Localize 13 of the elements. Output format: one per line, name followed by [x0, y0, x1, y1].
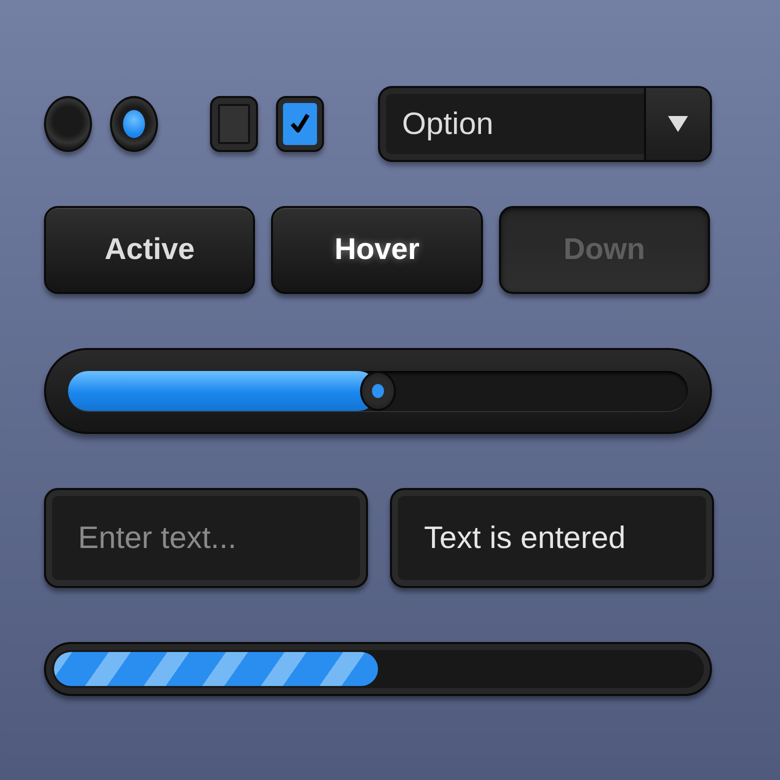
slider-thumb[interactable] [360, 371, 396, 411]
dropdown-value: Option [401, 106, 494, 142]
radio-button[interactable] [110, 96, 158, 152]
input-field[interactable]: Enter text... [44, 488, 368, 588]
button[interactable]: Hover [271, 206, 483, 294]
radio-button[interactable] [44, 96, 92, 152]
button[interactable]: Active [44, 206, 256, 294]
slider-track[interactable] [68, 371, 688, 411]
input-field[interactable]: Text is entered [390, 488, 714, 588]
checkbox[interactable] [276, 96, 324, 152]
caret-icon [668, 116, 688, 132]
dropdown[interactable]: Option [378, 86, 712, 162]
checkbox[interactable] [210, 96, 258, 152]
